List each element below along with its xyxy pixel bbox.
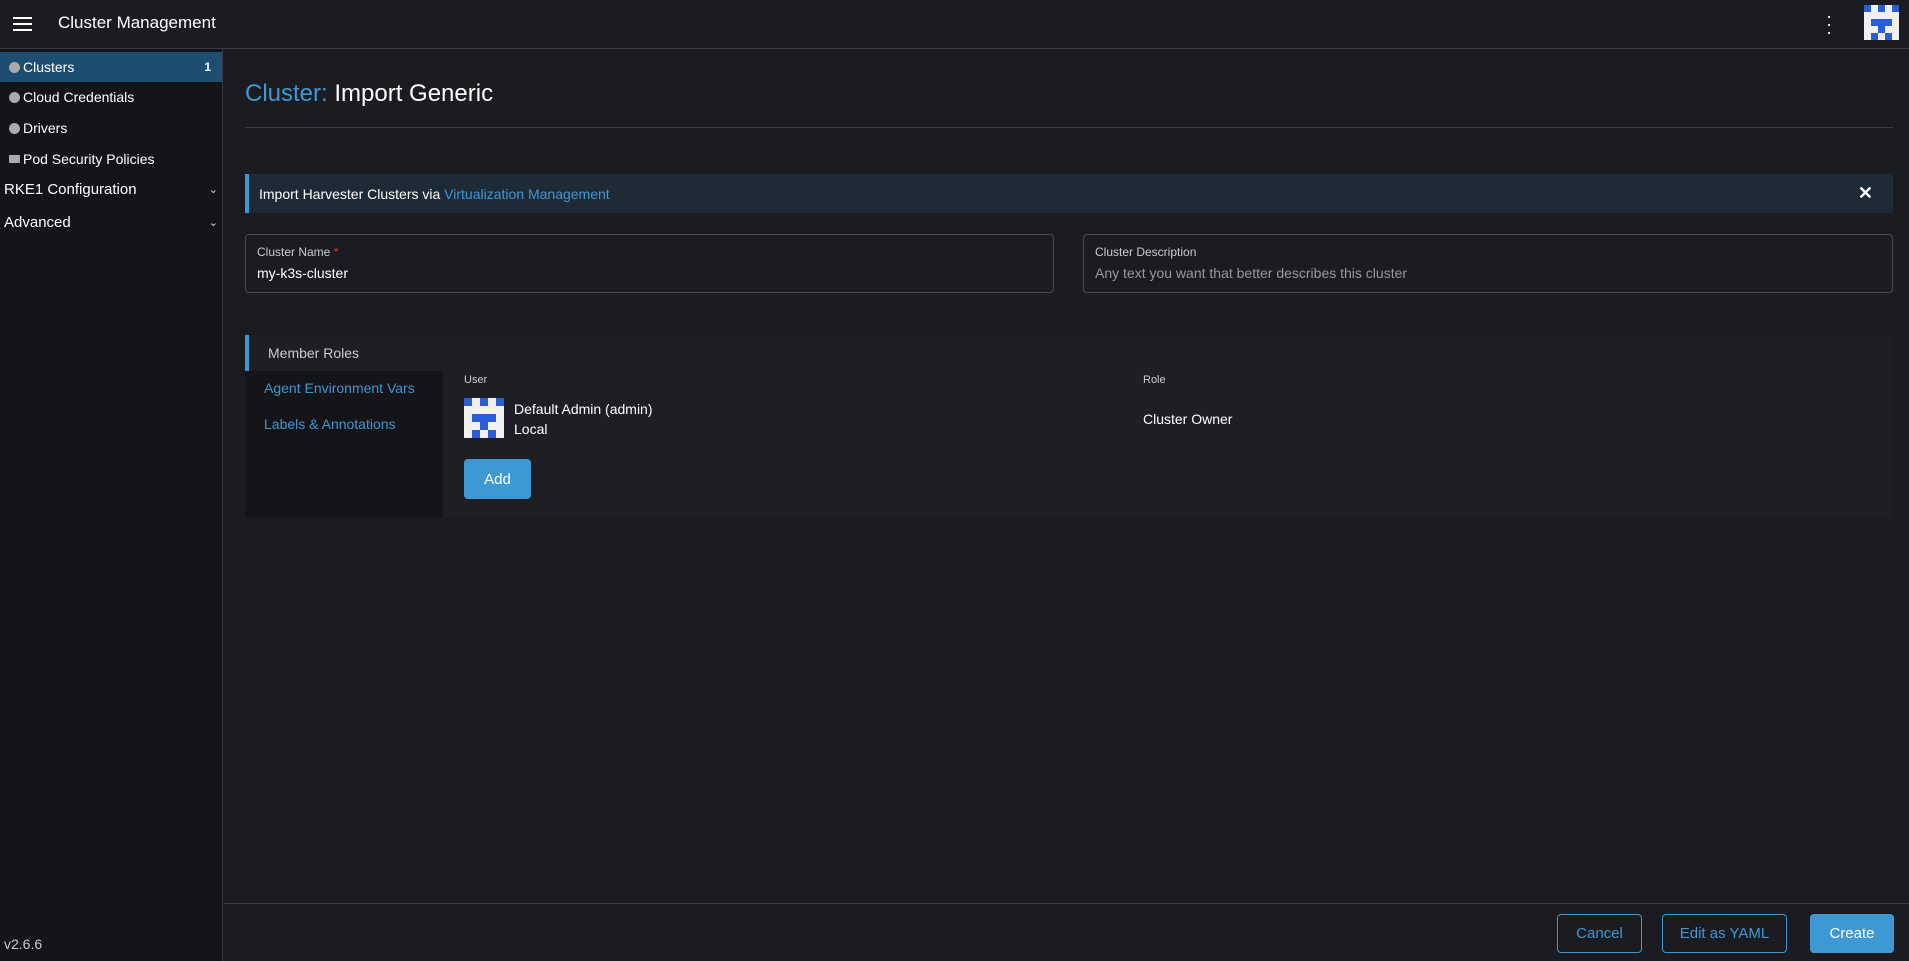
sidebar-group-advanced[interactable]: Advanced ⌄	[4, 214, 218, 231]
user-avatar	[464, 398, 504, 438]
edit-as-yaml-button[interactable]: Edit as YAML	[1662, 914, 1787, 953]
kebab-icon[interactable]: · · ·	[1826, 7, 1832, 41]
sidebar-item-label: Clusters	[23, 59, 75, 75]
field-label: Cluster Name	[257, 245, 331, 259]
cluster-name-field[interactable]: Cluster Name * my-k3s-cluster	[245, 234, 1054, 293]
sidebar-item-label: Drivers	[23, 120, 68, 136]
footer-divider	[224, 903, 1909, 904]
info-banner: Import Harvester Clusters via Virtualiza…	[245, 174, 1893, 213]
cluster-name-input[interactable]: my-k3s-cluster	[257, 265, 1042, 281]
virtualization-management-link[interactable]: Virtualization Management	[444, 186, 610, 202]
tabbed-panel: Member Roles Agent Environment Vars Labe…	[245, 335, 1893, 518]
sidebar: Clusters 1 Cloud Credentials Drivers Pod …	[0, 49, 223, 961]
create-button[interactable]: Create	[1810, 914, 1894, 953]
member-role: Cluster Owner	[1143, 411, 1233, 427]
cluster-description-field[interactable]: Cluster Description Any text you want th…	[1083, 234, 1893, 293]
sidebar-group-rke1[interactable]: RKE1 Configuration ⌄	[4, 181, 218, 198]
hamburger-icon[interactable]	[13, 17, 32, 31]
globe-icon	[9, 61, 20, 73]
globe-icon	[9, 91, 20, 103]
group-label: RKE1 Configuration	[4, 181, 137, 198]
title-prefix: Cluster:	[245, 80, 328, 107]
page-title: Cluster: Import Generic	[245, 80, 493, 108]
field-label: Cluster Description	[1095, 245, 1197, 259]
close-icon[interactable]: ✕	[1858, 183, 1873, 204]
user-avatar[interactable]	[1864, 5, 1899, 40]
member-name: Default Admin (admin)	[514, 401, 653, 417]
tab-member-roles[interactable]: Member Roles	[245, 335, 443, 371]
title-text: Import Generic	[334, 80, 494, 107]
cluster-description-input[interactable]: Any text you want that better describes …	[1095, 265, 1881, 281]
version-label: v2.6.6	[4, 936, 43, 952]
required-marker: *	[333, 245, 339, 259]
sidebar-item-drivers[interactable]: Drivers	[0, 113, 222, 143]
tab-labels-annotations[interactable]: Labels & Annotations	[264, 416, 396, 432]
sidebar-item-label: Cloud Credentials	[23, 89, 135, 105]
sidebar-item-cloud-credentials[interactable]: Cloud Credentials	[0, 82, 222, 112]
user-column-header: User	[464, 374, 488, 386]
sidebar-item-clusters[interactable]: Clusters 1	[0, 52, 222, 82]
group-label: Advanced	[4, 214, 71, 231]
member-provider: Local	[514, 421, 548, 437]
cancel-button[interactable]: Cancel	[1557, 914, 1642, 953]
divider	[245, 127, 1893, 128]
folder-icon	[9, 155, 20, 163]
chevron-down-icon: ⌄	[208, 217, 218, 229]
sidebar-item-label: Pod Security Policies	[23, 151, 155, 167]
tab-agent-environment-vars[interactable]: Agent Environment Vars	[264, 380, 415, 396]
add-member-button[interactable]: Add	[464, 459, 531, 499]
count-badge: 1	[204, 60, 211, 74]
banner-text: Import Harvester Clusters via	[259, 185, 445, 202]
app-title: Cluster Management	[58, 13, 216, 32]
role-column-header: Role	[1143, 374, 1166, 386]
globe-icon	[9, 122, 20, 134]
top-header: Cluster Management · · ·	[0, 0, 1909, 49]
chevron-down-icon: ⌄	[208, 184, 218, 196]
sidebar-item-pod-security-policies[interactable]: Pod Security Policies	[0, 144, 222, 174]
